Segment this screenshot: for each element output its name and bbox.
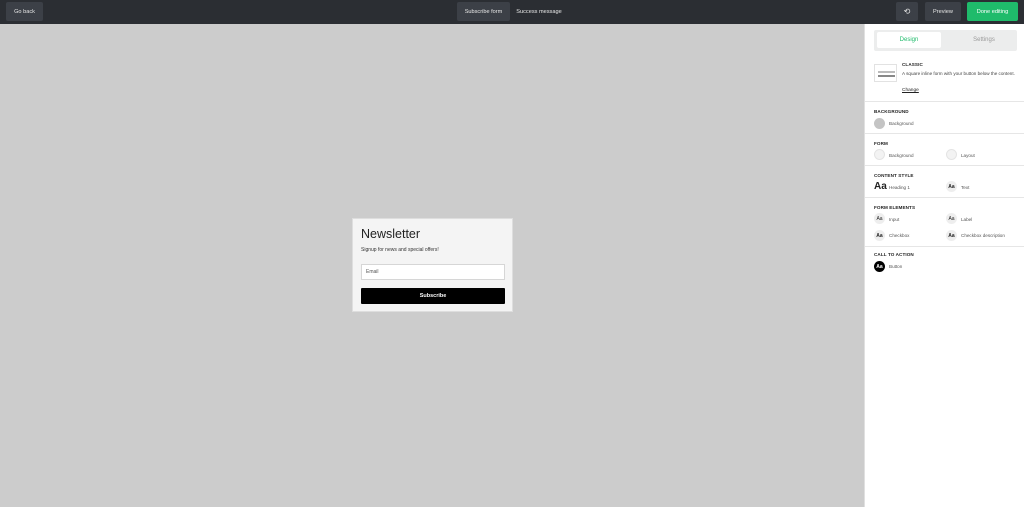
form-section: FORM Background Layout xyxy=(865,135,1024,166)
label-option[interactable]: Label xyxy=(961,217,972,222)
content-style-title: CONTENT STYLE xyxy=(874,173,914,178)
editor-canvas: Newsletter Signup for news and special o… xyxy=(0,24,864,507)
heading1-option[interactable]: Heading 1 xyxy=(889,185,910,190)
form-elements-section: FORM ELEMENTS Aa Input Aa Label Aa Check… xyxy=(865,199,1024,247)
text-option[interactable]: Text xyxy=(961,185,969,190)
tab-settings[interactable]: Settings xyxy=(954,32,1014,48)
newsletter-form-card[interactable]: Newsletter Signup for news and special o… xyxy=(352,218,513,312)
tab-design[interactable]: Design xyxy=(877,32,941,48)
change-link[interactable]: Change xyxy=(902,88,919,93)
preview-button[interactable]: Preview xyxy=(925,2,961,21)
form-heading[interactable]: Newsletter xyxy=(361,227,420,241)
form-background-option[interactable]: Background xyxy=(889,153,914,158)
thumb-line xyxy=(878,75,895,77)
classic-section: CLASSIC A square inline form with your b… xyxy=(865,56,1024,102)
button-option[interactable]: Button xyxy=(889,264,902,269)
form-title: FORM xyxy=(874,141,888,146)
email-input[interactable]: Email xyxy=(361,264,505,280)
input-style-icon[interactable]: Aa xyxy=(874,213,885,224)
cta-title: CALL TO ACTION xyxy=(874,252,914,257)
done-editing-button[interactable]: Done editing xyxy=(967,2,1018,21)
button-style-icon[interactable]: Aa xyxy=(874,261,885,272)
label-style-icon[interactable]: Aa xyxy=(946,213,957,224)
classic-description: A square inline form with your button be… xyxy=(902,71,1015,76)
classic-thumbnail xyxy=(874,64,897,82)
text-style-icon[interactable]: Aa xyxy=(946,181,957,192)
tab-success-message[interactable]: Success message xyxy=(512,2,566,21)
checkbox-description-option[interactable]: Checkbox description xyxy=(961,233,1005,238)
input-option[interactable]: Input xyxy=(889,217,899,222)
go-back-button[interactable]: Go back xyxy=(6,2,43,21)
checkbox-desc-style-icon[interactable]: Aa xyxy=(946,230,957,241)
subscribe-button[interactable]: Subscribe xyxy=(361,288,505,304)
form-background-swatch[interactable] xyxy=(874,149,885,160)
top-toolbar: Go back Subscribe form Success message ⟲… xyxy=(0,0,1024,24)
checkbox-option[interactable]: Checkbox xyxy=(889,233,909,238)
form-elements-title: FORM ELEMENTS xyxy=(874,205,916,210)
form-subheading[interactable]: Signup for news and special offers! xyxy=(361,247,439,253)
content-style-section: CONTENT STYLE Aa Heading 1 Aa Text xyxy=(865,167,1024,198)
classic-title: CLASSIC xyxy=(902,62,923,67)
design-panel: Design Settings CLASSIC A square inline … xyxy=(864,24,1024,507)
background-swatch[interactable] xyxy=(874,118,885,129)
background-title: BACKGROUND xyxy=(874,109,909,114)
background-option[interactable]: Background xyxy=(889,121,914,126)
undo-button[interactable]: ⟲ xyxy=(896,2,918,21)
checkbox-style-icon[interactable]: Aa xyxy=(874,230,885,241)
heading-style-icon[interactable]: Aa xyxy=(874,181,887,192)
call-to-action-section: CALL TO ACTION Aa Button xyxy=(865,248,1024,280)
form-layout-option[interactable]: Layout xyxy=(961,153,975,158)
panel-tabs: Design Settings xyxy=(874,30,1017,51)
form-layout-swatch[interactable] xyxy=(946,149,957,160)
tab-subscribe-form[interactable]: Subscribe form xyxy=(457,2,510,21)
undo-icon: ⟲ xyxy=(903,7,911,16)
thumb-line xyxy=(878,71,895,73)
background-section: BACKGROUND Background xyxy=(865,103,1024,134)
